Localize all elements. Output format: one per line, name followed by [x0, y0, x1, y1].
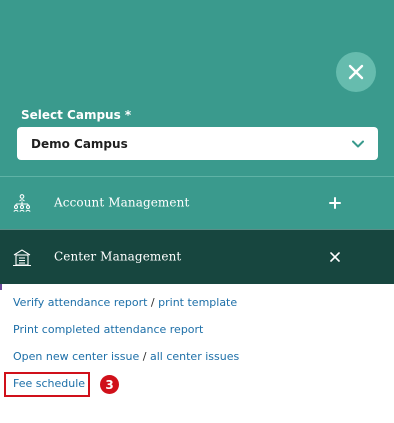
campus-select-value: Demo Campus [31, 136, 128, 151]
menu-item-account-management[interactable]: Account Management [0, 176, 394, 229]
link-separator: / [142, 350, 147, 363]
open-new-center-issue-link[interactable]: Open new center issue [13, 350, 139, 363]
submenu-line-print-completed: Print completed attendance report [13, 323, 203, 336]
menu-item-label: Account Management [54, 195, 190, 210]
submenu-line-center-issues: Open new center issue / all center issue… [13, 350, 239, 363]
campus-panel: Select Campus * Demo Campus [0, 0, 394, 176]
print-completed-attendance-link[interactable]: Print completed attendance report [13, 323, 203, 336]
fee-schedule-highlight [4, 372, 90, 397]
building-icon [13, 249, 31, 267]
close-icon[interactable] [328, 250, 342, 264]
menu-item-center-management[interactable]: Center Management [0, 229, 394, 284]
all-center-issues-link[interactable]: all center issues [150, 350, 239, 363]
campus-select[interactable]: Demo Campus [17, 127, 378, 160]
close-menu-button[interactable] [336, 52, 376, 92]
verify-attendance-report-link[interactable]: Verify attendance report [13, 296, 147, 309]
print-template-link[interactable]: print template [158, 296, 237, 309]
close-icon [348, 64, 364, 80]
select-campus-label: Select Campus * [21, 108, 132, 122]
step-number-badge: 3 [100, 375, 119, 394]
plus-icon[interactable] [328, 196, 342, 210]
menu-item-label: Center Management [54, 249, 182, 264]
chevron-down-icon [352, 140, 364, 147]
org-chart-icon [13, 194, 31, 212]
link-separator: / [150, 296, 155, 309]
submenu-line-attendance: Verify attendance report / print templat… [13, 296, 237, 309]
